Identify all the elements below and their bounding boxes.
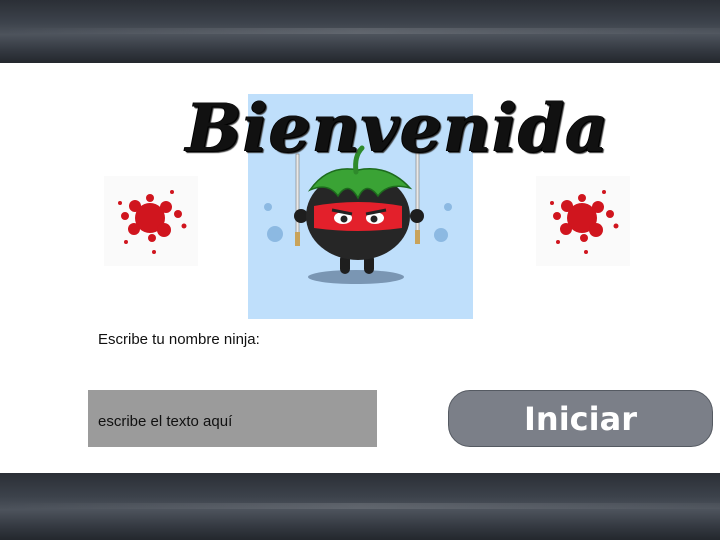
blood-splatter-icon xyxy=(104,176,198,266)
top-banner xyxy=(0,0,720,63)
bottom-banner xyxy=(0,473,720,540)
start-button[interactable]: Iniciar xyxy=(448,390,713,447)
ninja-name-label: Escribe tu nombre ninja: xyxy=(98,331,260,348)
blood-splatter-icon xyxy=(536,176,630,266)
ninja-name-input[interactable] xyxy=(88,390,377,447)
welcome-title: Bienvenida xyxy=(186,89,610,167)
